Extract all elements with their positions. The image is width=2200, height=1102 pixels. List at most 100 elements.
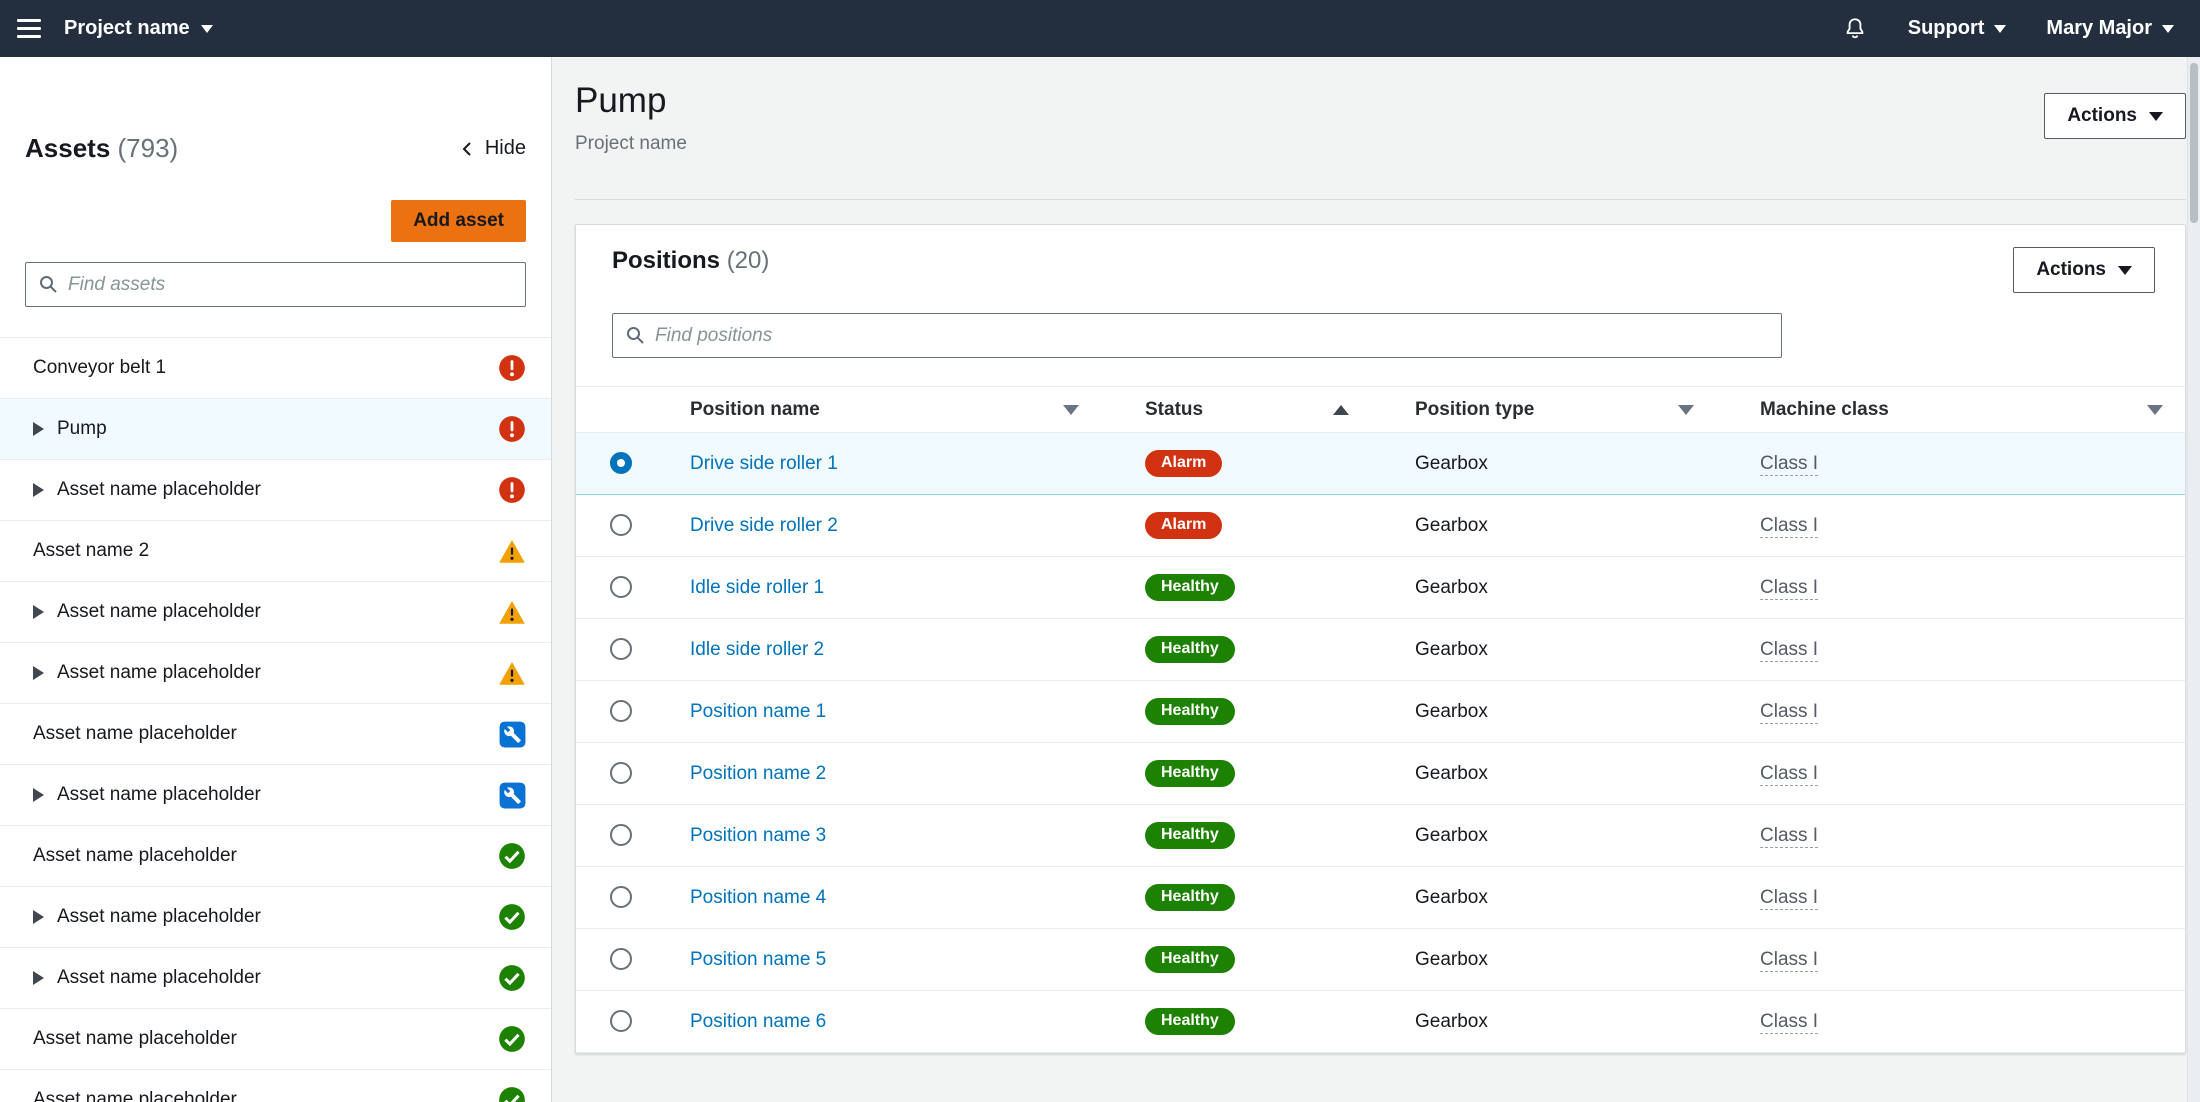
machine-class-value[interactable]: Class I [1760, 515, 1818, 538]
assets-search-box [25, 262, 526, 307]
status-badge: Healthy [1145, 636, 1235, 663]
asset-list-item[interactable]: Asset name placeholder [0, 887, 551, 948]
machine-class-value[interactable]: Class I [1760, 825, 1818, 848]
position-link[interactable]: Position name 4 [690, 887, 826, 908]
column-header-status[interactable]: Status [1121, 387, 1391, 433]
asset-list-item[interactable]: Asset name placeholder [0, 460, 551, 521]
asset-list-item[interactable]: Asset name placeholder [0, 582, 551, 643]
expand-arrow-icon[interactable] [33, 605, 44, 619]
machine-class-cell: Class I [1736, 929, 2185, 991]
asset-list-item[interactable]: Asset name placeholder [0, 826, 551, 887]
position-type-cell: Gearbox [1391, 743, 1736, 805]
status-badge: Healthy [1145, 884, 1235, 911]
position-link[interactable]: Position name 3 [690, 825, 826, 846]
row-radio-button[interactable] [610, 1010, 632, 1032]
positions-actions-button[interactable]: Actions [2013, 247, 2155, 293]
position-link[interactable]: Drive side roller 2 [690, 515, 838, 536]
sort-down-icon[interactable] [1678, 405, 1694, 415]
column-header-position-name[interactable]: Position name [666, 387, 1121, 433]
column-label: Machine class [1760, 399, 1889, 421]
column-header-position-type[interactable]: Position type [1391, 387, 1736, 433]
asset-list-item[interactable]: Asset name 2 [0, 521, 551, 582]
machine-class-value[interactable]: Class I [1760, 639, 1818, 662]
chevron-left-icon [459, 140, 477, 158]
table-row: Idle side roller 2HealthyGearboxClass I [576, 619, 2185, 681]
row-radio-button[interactable] [610, 762, 632, 784]
sort-down-icon[interactable] [1063, 405, 1079, 415]
expand-arrow-icon[interactable] [33, 666, 44, 680]
machine-class-value[interactable]: Class I [1760, 577, 1818, 600]
expand-arrow-icon[interactable] [33, 788, 44, 802]
position-link[interactable]: Position name 2 [690, 763, 826, 784]
position-name-cell: Position name 3 [666, 805, 1121, 867]
sort-down-icon[interactable] [2147, 405, 2163, 415]
expand-arrow-icon[interactable] [33, 971, 44, 985]
chevron-down-icon [201, 25, 213, 33]
row-radio-button[interactable] [610, 824, 632, 846]
alarm-status-icon [498, 354, 526, 382]
vertical-scrollbar[interactable] [2187, 57, 2200, 1102]
asset-list-item[interactable]: Conveyor belt 1 [0, 338, 551, 399]
row-radio-button[interactable] [610, 452, 632, 474]
row-radio-button[interactable] [610, 700, 632, 722]
row-radio-button[interactable] [610, 514, 632, 536]
row-radio-button[interactable] [610, 576, 632, 598]
select-cell [576, 805, 666, 867]
expand-arrow-icon[interactable] [33, 910, 44, 924]
machine-class-cell: Class I [1736, 991, 2185, 1053]
position-link[interactable]: Position name 6 [690, 1011, 826, 1032]
row-radio-button[interactable] [610, 948, 632, 970]
sort-up-icon[interactable] [1333, 405, 1349, 415]
position-link[interactable]: Drive side roller 1 [690, 453, 838, 474]
row-radio-button[interactable] [610, 886, 632, 908]
add-asset-button[interactable]: Add asset [391, 200, 526, 242]
select-column-header [576, 387, 666, 433]
user-menu[interactable]: Mary Major [2046, 17, 2174, 40]
support-menu[interactable]: Support [1908, 17, 2007, 40]
search-icon [38, 274, 58, 294]
machine-class-value[interactable]: Class I [1760, 453, 1818, 476]
status-cell: Alarm [1121, 495, 1391, 557]
project-name-menu[interactable]: Project name [64, 17, 213, 40]
asset-list-item[interactable]: Asset name placeholder [0, 765, 551, 826]
position-link[interactable]: Idle side roller 2 [690, 639, 824, 660]
asset-list-item[interactable]: Asset name placeholder [0, 1009, 551, 1070]
hide-panel-button[interactable]: Hide [459, 137, 526, 160]
asset-name-label: Conveyor belt 1 [33, 357, 498, 379]
asset-name-label: Asset name placeholder [57, 479, 498, 501]
status-badge: Healthy [1145, 698, 1235, 725]
position-type-cell: Gearbox [1391, 991, 1736, 1053]
find-assets-input[interactable] [25, 262, 526, 307]
asset-list-item[interactable]: Asset name placeholder [0, 643, 551, 704]
menu-hamburger-icon[interactable] [0, 0, 58, 57]
machine-class-value[interactable]: Class I [1760, 887, 1818, 910]
position-link[interactable]: Idle side roller 1 [690, 577, 824, 598]
machine-class-cell: Class I [1736, 805, 2185, 867]
row-radio-button[interactable] [610, 638, 632, 660]
asset-list-item[interactable]: Asset name placeholder [0, 1070, 551, 1102]
status-cell: Alarm [1121, 433, 1391, 495]
page-actions-button[interactable]: Actions [2044, 93, 2186, 139]
expand-arrow-icon[interactable] [33, 422, 44, 436]
find-positions-input[interactable] [612, 313, 1782, 358]
project-name-label: Project name [64, 17, 190, 40]
position-link[interactable]: Position name 1 [690, 701, 826, 722]
machine-class-value[interactable]: Class I [1760, 763, 1818, 786]
column-header-machine-class[interactable]: Machine class [1736, 387, 2185, 433]
machine-class-value[interactable]: Class I [1760, 949, 1818, 972]
machine-class-value[interactable]: Class I [1760, 701, 1818, 724]
asset-list-item[interactable]: Asset name placeholder [0, 704, 551, 765]
position-name-cell: Drive side roller 1 [666, 433, 1121, 495]
app-window: Project name Support Mary Major [0, 0, 2200, 1102]
chevron-down-icon [2118, 266, 2132, 275]
asset-list-item[interactable]: Pump [0, 399, 551, 460]
asset-list-item[interactable]: Asset name placeholder [0, 948, 551, 1009]
status-cell: Healthy [1121, 805, 1391, 867]
position-link[interactable]: Position name 5 [690, 949, 826, 970]
scrollbar-thumb[interactable] [2190, 63, 2198, 223]
machine-class-cell: Class I [1736, 681, 2185, 743]
asset-name-label: Asset name placeholder [57, 601, 498, 623]
notifications-bell-icon[interactable] [1842, 16, 1868, 42]
expand-arrow-icon[interactable] [33, 483, 44, 497]
machine-class-value[interactable]: Class I [1760, 1011, 1818, 1034]
